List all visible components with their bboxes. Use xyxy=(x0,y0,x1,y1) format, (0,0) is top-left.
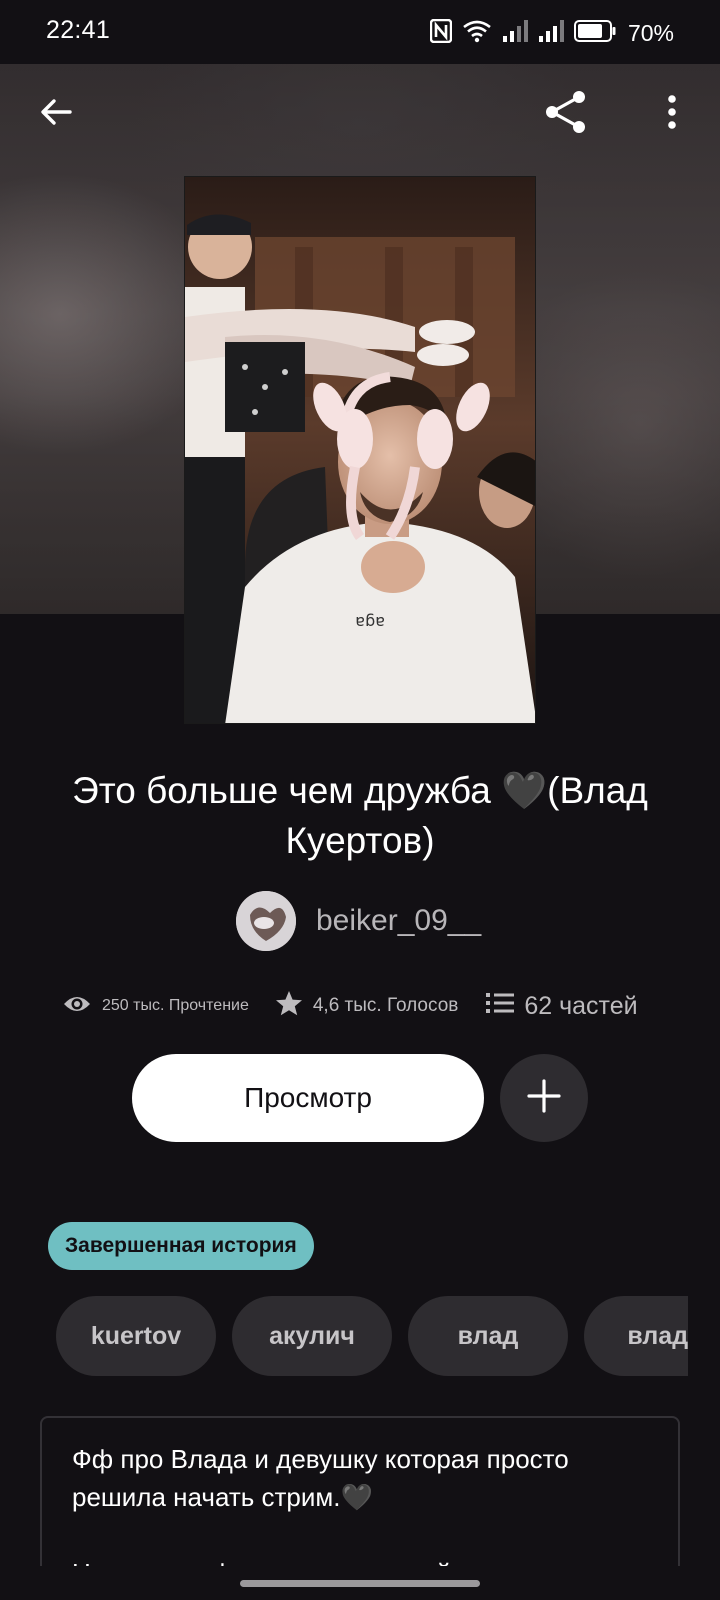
status-time: 22:41 xyxy=(46,16,111,44)
nfc-icon xyxy=(429,18,453,48)
tags-row[interactable]: kuertov акулич влад владк xyxy=(56,1296,688,1376)
signal-icon xyxy=(502,19,528,48)
story-title: Это больше чем дружба 🖤(Влад Куертов) xyxy=(72,770,648,861)
signal-icon xyxy=(538,19,564,48)
author-link[interactable]: beiker_09__ xyxy=(236,890,481,952)
tag-chip[interactable]: влад xyxy=(408,1296,568,1376)
tag-chip[interactable]: акулич xyxy=(232,1296,392,1376)
parts-stat: 62 частей xyxy=(486,991,638,1021)
status-icons: 70% xyxy=(429,18,674,48)
votes-count: 4,6 тыс. Голосов xyxy=(312,995,459,1016)
home-indicator[interactable] xyxy=(240,1580,480,1587)
reads-stat: 250 тыс. Прочтение xyxy=(62,993,249,1020)
author-name: beiker_09__ xyxy=(316,904,482,937)
eye-icon xyxy=(62,993,102,1020)
list-icon xyxy=(486,992,524,1021)
add-to-library-button[interactable] xyxy=(500,1054,588,1142)
battery-percent: 70% xyxy=(627,19,674,46)
votes-stat: 4,6 тыс. Голосов xyxy=(275,990,459,1022)
read-button[interactable]: Просмотр xyxy=(132,1054,484,1142)
story-details-screen: 22:41 70% aga Это больше чем дружба 🖤(Вл… xyxy=(0,0,720,1600)
status-bar: 22:41 70% xyxy=(0,0,720,64)
share-button[interactable] xyxy=(542,90,590,138)
svg-text:aga: aga xyxy=(355,613,385,632)
more-vertical-icon xyxy=(666,94,678,135)
arrow-left-icon xyxy=(38,94,74,135)
star-icon xyxy=(275,990,313,1022)
share-icon xyxy=(542,88,590,141)
tag-chip[interactable]: владк xyxy=(584,1296,688,1376)
reads-count: 250 тыс. Прочтение xyxy=(102,997,249,1014)
description-line: Фф про Влада и девушку которая просто xyxy=(72,1444,569,1474)
avatar xyxy=(236,891,296,951)
description-line: решила начать стрим.🖤 xyxy=(72,1482,373,1512)
tag-chip[interactable]: kuertov xyxy=(56,1296,216,1376)
back-button[interactable] xyxy=(32,90,80,138)
status-badge: Завершенная история xyxy=(48,1222,314,1270)
battery-icon xyxy=(573,19,616,47)
wifi-icon xyxy=(462,19,492,48)
story-cover-image: aga xyxy=(184,176,536,724)
plus-icon xyxy=(526,1078,562,1119)
more-options-button[interactable] xyxy=(648,90,696,138)
story-stats: 250 тыс. Прочтение 4,6 тыс. Голосов 62 ч… xyxy=(62,986,672,1026)
parts-count: 62 частей xyxy=(524,991,638,1020)
